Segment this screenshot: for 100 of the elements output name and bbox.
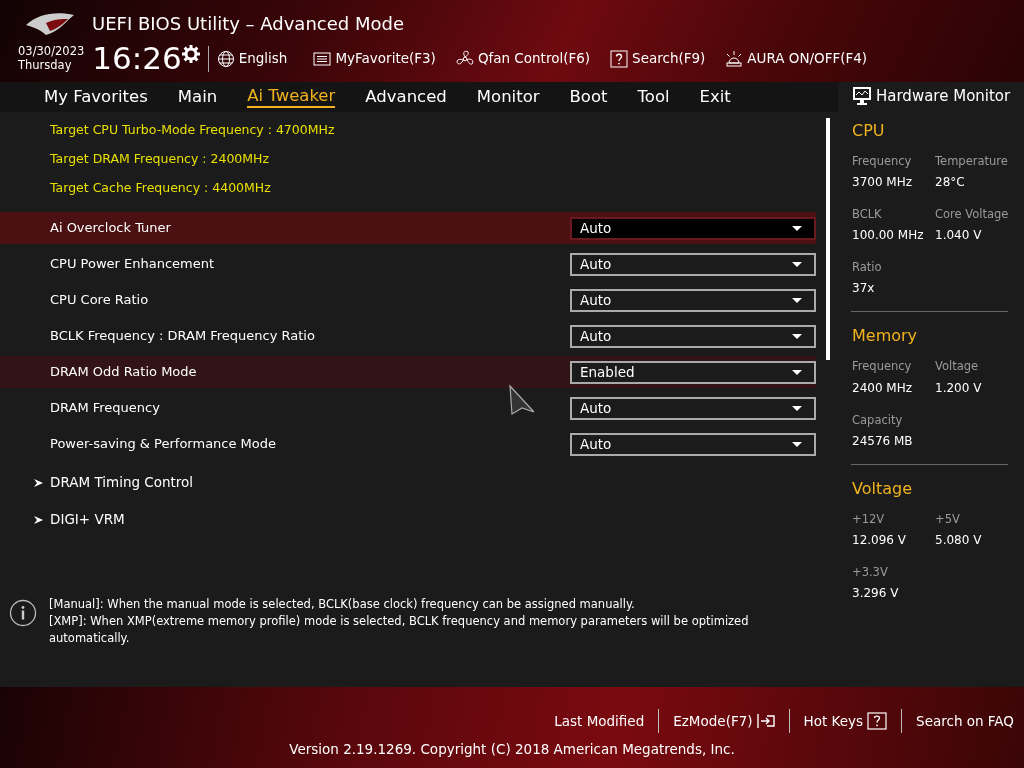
reading-label: BCLK: [852, 205, 883, 223]
submenu-item[interactable]: DRAM Timing Control: [0, 464, 838, 501]
help-icon: [610, 49, 629, 68]
menu-tab[interactable]: Monitor: [476, 87, 540, 107]
dropdown-value: Enabled: [580, 362, 635, 382]
caret-icon: [792, 405, 802, 411]
reading-label: +12V: [852, 510, 886, 528]
caret-icon: [792, 441, 802, 447]
toolbar-button[interactable]: English: [216, 48, 288, 69]
caret-icon: [792, 261, 802, 267]
toolbar-button[interactable]: Search(F9): [610, 48, 706, 69]
setting-label: CPU Power Enhancement: [50, 255, 215, 274]
reading-label: Frequency: [852, 358, 913, 376]
scrollbar[interactable]: [826, 118, 830, 360]
cursor-icon: [508, 384, 536, 416]
dropdown-field[interactable]: Auto: [570, 288, 816, 312]
reading-label: Capacity: [852, 411, 904, 429]
setting-label: Power-saving & Performance Mode: [50, 435, 277, 454]
dropdown-value: Auto: [580, 434, 612, 454]
toolbar-button[interactable]: AURA ON/OFF(F4): [725, 48, 868, 69]
dropdown-value: Auto: [580, 290, 612, 310]
setting-row[interactable]: DRAM Odd Ratio Mode Enabled: [0, 356, 816, 388]
reading-label: +3.3V: [852, 564, 889, 581]
dropdown-value: Auto: [580, 254, 612, 274]
menu-tab[interactable]: Main: [177, 87, 218, 107]
menu-tab[interactable]: Tool: [637, 87, 670, 107]
reading-value: 37x: [852, 280, 876, 298]
reading-value: 1.040 V: [935, 227, 983, 244]
reading-value: 100.00 MHz: [852, 227, 925, 244]
dropdown-field[interactable]: Enabled: [570, 360, 816, 384]
list-icon: [313, 49, 332, 68]
dropdown-field[interactable]: Auto: [570, 324, 816, 348]
setting-row[interactable]: DRAM Frequency Auto: [0, 392, 816, 424]
clock-time: 16:26: [92, 43, 182, 74]
setting-row[interactable]: Ai Overclock Tuner Auto: [0, 212, 816, 244]
reading-value: 3.296 V: [852, 585, 900, 603]
setting-label: CPU Core Ratio: [50, 291, 149, 310]
info-text: Target DRAM Frequency : 2400MHz: [50, 150, 270, 169]
setting-label: BCLK Frequency : DRAM Frequency Ratio: [50, 327, 315, 346]
section-title: CPU: [851, 119, 886, 142]
reading-value: 24576 MB: [852, 432, 914, 450]
day-text: Thursday: [18, 58, 73, 73]
reading-value: 3700 MHz: [852, 173, 914, 191]
fan-icon: [455, 49, 474, 68]
caret-icon: [792, 225, 802, 231]
dropdown-value: Auto: [580, 398, 612, 418]
reading-label: Frequency: [852, 152, 913, 170]
aura-icon: [725, 49, 744, 68]
footer-button[interactable]: EzMode(F7): [673, 710, 775, 732]
monitor-icon: [852, 86, 872, 107]
setting-label: DRAM Odd Ratio Mode: [50, 363, 197, 382]
submenu-item[interactable]: DIGI+ VRM: [0, 501, 838, 538]
caret-icon: [792, 369, 802, 375]
dropdown-value: Auto: [580, 326, 612, 346]
caret-icon: [792, 297, 802, 303]
dropdown-field[interactable]: Auto: [570, 216, 816, 240]
dropdown-field[interactable]: Auto: [570, 432, 816, 456]
dropdown-value: Auto: [580, 218, 612, 238]
window-title: UEFI BIOS Utility – Advanced Mode: [92, 12, 404, 36]
setting-row[interactable]: BCLK Frequency : DRAM Frequency Ratio Auto: [0, 320, 816, 352]
version-text: Version 2.19.1269. Copyright (C) 2018 American Megatrends, Inc.: [288, 740, 736, 759]
info-text: Target Cache Frequency : 4400MHz: [50, 179, 271, 198]
settings-icon[interactable]: [181, 45, 200, 63]
setting-row[interactable]: CPU Core Ratio Auto: [0, 284, 816, 316]
help-text: [Manual]: When the manual mode is selected, BCLK(base clock) frequency can be assigned manually.: [49, 596, 636, 613]
submenu-label: DRAM Timing Control: [50, 473, 194, 493]
reading-label: +5V: [935, 510, 961, 528]
menu-tab[interactable]: Advanced: [365, 87, 447, 107]
toolbar-button[interactable]: MyFavorite(F3): [313, 48, 436, 69]
info-icon: [9, 599, 37, 627]
section-title: Voltage: [851, 477, 913, 500]
menu-tab[interactable]: My Favorites: [44, 87, 148, 107]
caret-icon: [792, 333, 802, 339]
footer-button[interactable]: Last Modified: [554, 710, 645, 732]
setting-row[interactable]: Power-saving & Performance Mode Auto: [0, 428, 816, 460]
setting-label: DRAM Frequency: [50, 399, 160, 418]
logo-icon: [24, 10, 76, 37]
toolbar-button[interactable]: Qfan Control(F6): [455, 48, 591, 69]
reading-label: Voltage: [935, 358, 980, 376]
globe-icon: [216, 49, 235, 68]
reading-label: Core Voltage: [935, 205, 1010, 223]
date-text: 03/30/2023: [18, 44, 85, 59]
arrow-icon: [34, 477, 44, 488]
section-title: Memory: [851, 325, 919, 348]
help-text: [XMP]: When XMP(extreme memory profile) mode is selected, BCLK frequency and memory parameters will be optimized automatically.: [49, 613, 750, 647]
exit-icon: [756, 713, 775, 729]
dropdown-field[interactable]: Auto: [570, 252, 816, 276]
setting-label: Ai Overclock Tuner: [50, 219, 171, 238]
help-icon: [867, 712, 888, 730]
menu-tab[interactable]: Ai Tweaker: [247, 86, 336, 108]
footer-button[interactable]: Search on FAQ: [916, 710, 1014, 732]
footer-button[interactable]: Hot Keys: [803, 710, 888, 732]
menu-tab[interactable]: Exit: [699, 87, 731, 107]
dropdown-field[interactable]: Auto: [570, 396, 816, 420]
panel-title: Hardware Monitor: [876, 86, 1011, 107]
reading-label: Ratio: [852, 259, 883, 276]
info-text: Target CPU Turbo-Mode Frequency : 4700MHz: [50, 121, 335, 140]
setting-row[interactable]: CPU Power Enhancement Auto: [0, 248, 816, 280]
menu-tab[interactable]: Boot: [569, 87, 608, 107]
reading-value: 12.096 V: [852, 532, 907, 549]
